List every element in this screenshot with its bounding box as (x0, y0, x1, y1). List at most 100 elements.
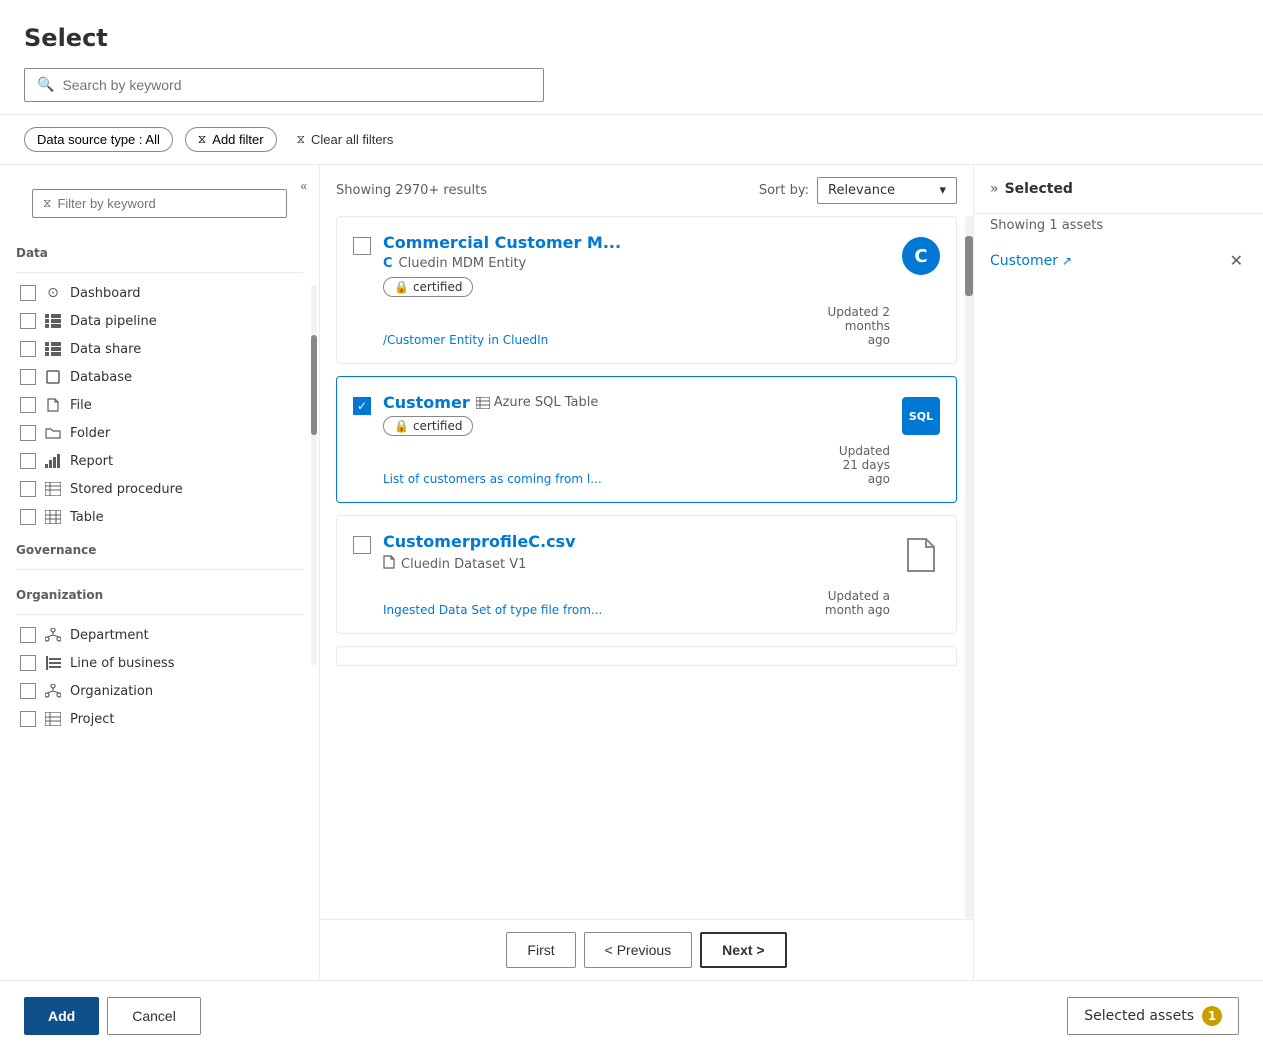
selected-item-link-customer[interactable]: Customer ↗ (990, 253, 1072, 269)
asset-title-2: Customer Azure SQL Table (383, 393, 890, 412)
sidebar-label-line-of-business: Line of business (70, 656, 175, 671)
sort-dropdown[interactable]: Relevance ▾ (817, 177, 957, 204)
sidebar-item-data-share[interactable]: Data share (16, 335, 303, 363)
sidebar-item-dashboard[interactable]: ⊙ Dashboard (16, 279, 303, 307)
checkbox-organization[interactable] (20, 683, 36, 699)
external-link-icon: ↗ (1062, 254, 1072, 268)
sidebar-label-database: Database (70, 370, 132, 385)
search-icon: 🔍 (37, 77, 54, 93)
certified-icon-2: 🔒 (394, 419, 409, 433)
report-icon (44, 452, 62, 470)
asset-checkbox-2[interactable] (353, 397, 371, 415)
center-scrollbar (965, 216, 973, 919)
asset-card-3[interactable]: CustomerprofileC.csv Cluedin Dataset V1 … (336, 515, 957, 634)
sidebar-item-project[interactable]: Project (16, 705, 303, 733)
clear-filters-button[interactable]: ⧖ Clear all filters (289, 128, 402, 151)
checkbox-stored-procedure[interactable] (20, 481, 36, 497)
sidebar-search-container: ⧖ (32, 189, 287, 218)
selected-item-label-customer: Customer (990, 253, 1058, 269)
filter-bar: Data source type : All ⧖ Add filter ⧖ Cl… (0, 115, 1263, 165)
sidebar-label-file: File (70, 398, 92, 413)
chevron-down-icon: ▾ (939, 183, 946, 198)
sidebar-item-folder[interactable]: Folder (16, 419, 303, 447)
search-input[interactable] (62, 77, 531, 93)
asset-card-2[interactable]: Customer Azure SQL Table 🔒 certified Lis… (336, 376, 957, 503)
first-page-button[interactable]: First (506, 932, 575, 968)
left-sidebar: ⧖ « Data ⊙ Dashboard (0, 165, 320, 980)
asset-logo-2: SQL (902, 397, 940, 435)
sidebar-label-data-pipeline: Data pipeline (70, 314, 157, 329)
sidebar-label-department: Department (70, 628, 149, 643)
sort-section: Sort by: Relevance ▾ (759, 177, 957, 204)
sidebar-filter-input[interactable] (57, 196, 276, 211)
sidebar-item-stored-procedure[interactable]: Stored procedure (16, 475, 303, 503)
sidebar-item-database[interactable]: Database (16, 363, 303, 391)
checkbox-dashboard[interactable] (20, 285, 36, 301)
pagination: First < Previous Next > (320, 919, 973, 980)
sidebar-item-report[interactable]: Report (16, 447, 303, 475)
sidebar-scroll-area: Data ⊙ Dashboard Data pipeline (0, 234, 319, 980)
asset-updated-1: Updated 2monthsago (827, 305, 890, 347)
right-panel-chevron: » (990, 181, 999, 197)
checkbox-project[interactable] (20, 711, 36, 727)
checkbox-table[interactable] (20, 509, 36, 525)
asset-source-1: C Cluedin MDM Entity (383, 256, 890, 271)
checkbox-folder[interactable] (20, 425, 36, 441)
sidebar-label-report: Report (70, 454, 113, 469)
checkbox-database[interactable] (20, 369, 36, 385)
cancel-button[interactable]: Cancel (107, 997, 201, 1035)
add-filter-label: Add filter (212, 132, 263, 147)
checkbox-data-share[interactable] (20, 341, 36, 357)
checkbox-line-of-business[interactable] (20, 655, 36, 671)
asset-source-3: Cluedin Dataset V1 (383, 555, 890, 573)
sidebar-section-governance: Governance (16, 531, 303, 563)
funnel-icon: ⧖ (198, 132, 206, 147)
sidebar-item-department[interactable]: Department (16, 621, 303, 649)
sidebar-item-table[interactable]: Table (16, 503, 303, 531)
checkbox-file[interactable] (20, 397, 36, 413)
next-page-button[interactable]: Next > (700, 932, 786, 968)
dialog-footer: Add Cancel Selected assets 1 (0, 980, 1263, 1051)
add-button[interactable]: Add (24, 997, 99, 1035)
center-scrollbar-thumb[interactable] (965, 236, 973, 296)
checkbox-department[interactable] (20, 627, 36, 643)
dataset-source-icon (383, 555, 395, 573)
file-icon (44, 396, 62, 414)
asset-path-1: /Customer Entity in CluedIn (383, 333, 548, 347)
checkbox-report[interactable] (20, 453, 36, 469)
asset-info-2: Customer Azure SQL Table 🔒 certified Lis… (383, 393, 890, 486)
selected-assets-badge[interactable]: Selected assets 1 (1067, 997, 1239, 1035)
folder-icon (44, 424, 62, 442)
right-panel-header: » Selected (974, 165, 1263, 214)
asset-card-1[interactable]: Commercial Customer M... C Cluedin MDM E… (336, 216, 957, 364)
asset-logo-3 (902, 536, 940, 574)
selected-assets-count: Showing 1 assets (974, 214, 1263, 241)
sort-value: Relevance (828, 183, 895, 198)
asset-checkbox-3[interactable] (353, 536, 371, 554)
asset-info-1: Commercial Customer M... C Cluedin MDM E… (383, 233, 890, 347)
certified-badge-2: 🔒 certified (383, 416, 473, 436)
sidebar-item-file[interactable]: File (16, 391, 303, 419)
dialog-title: Select (24, 24, 1239, 52)
sidebar-item-organization[interactable]: Organization (16, 677, 303, 705)
sidebar-item-line-of-business[interactable]: Line of business (16, 649, 303, 677)
stored-procedure-icon (44, 480, 62, 498)
prev-page-button[interactable]: < Previous (584, 932, 693, 968)
asset-checkbox-1[interactable] (353, 237, 371, 255)
right-panel-title: Selected (1005, 181, 1073, 197)
sidebar-item-data-pipeline[interactable]: Data pipeline (16, 307, 303, 335)
dialog-container: Select 🔍 Data source type : All ⧖ Add fi… (0, 0, 1263, 1051)
add-filter-button[interactable]: ⧖ Add filter (185, 127, 277, 152)
asset-card-partial (336, 646, 957, 666)
checkbox-data-pipeline[interactable] (20, 313, 36, 329)
asset-path-2: List of customers as coming from l... (383, 472, 602, 486)
data-pipeline-icon (44, 312, 62, 330)
collapse-sidebar-button[interactable]: « (300, 179, 307, 193)
data-source-type-filter[interactable]: Data source type : All (24, 127, 173, 152)
line-of-business-icon (44, 654, 62, 672)
certified-label-2: certified (413, 419, 463, 433)
project-icon (44, 710, 62, 728)
remove-selected-customer-button[interactable]: ✕ (1226, 249, 1247, 273)
center-panel: Showing 2970+ results Sort by: Relevance… (320, 165, 973, 980)
filter-label: Data source type : All (37, 132, 160, 147)
